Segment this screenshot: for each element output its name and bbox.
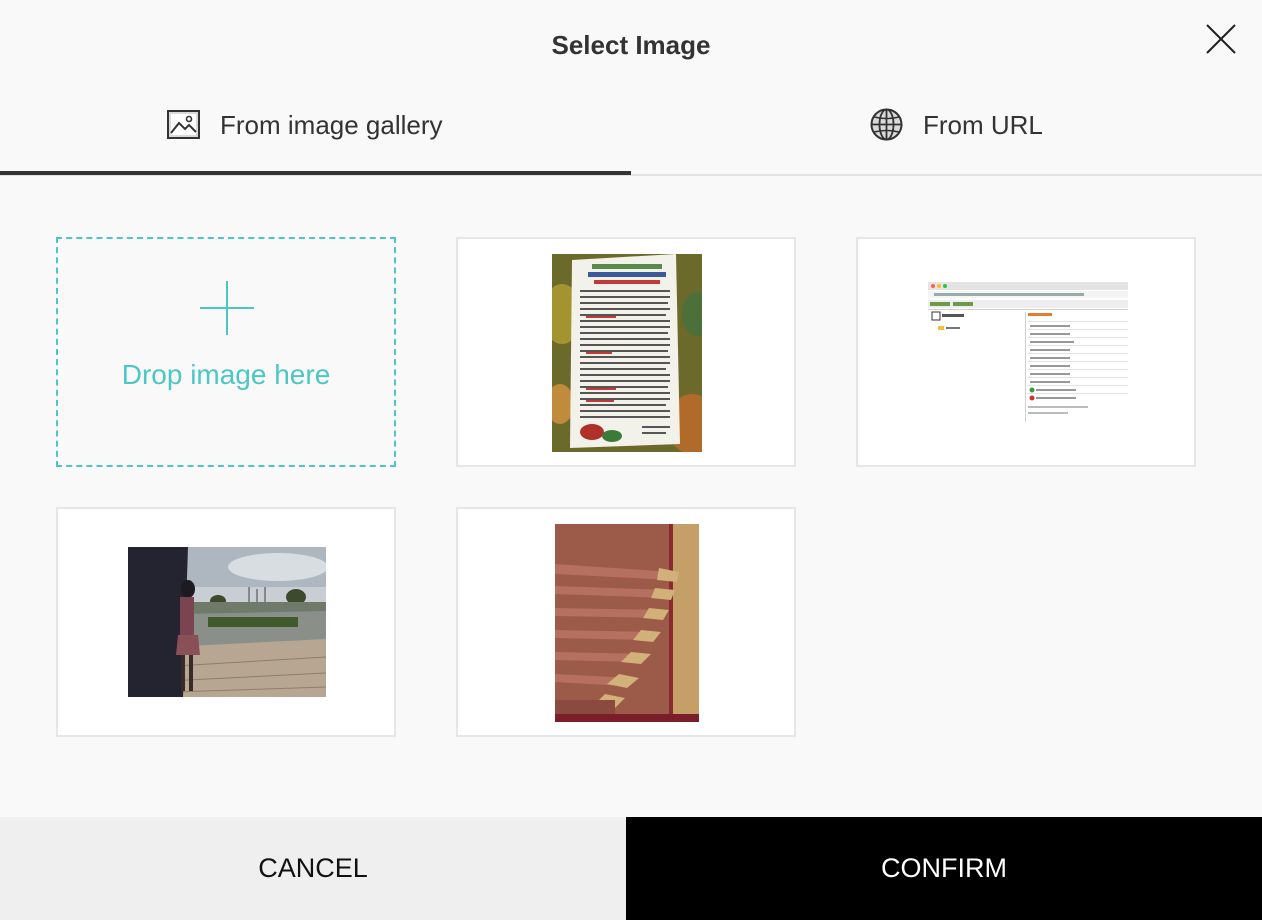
dialog-footer: CANCEL CONFIRM — [0, 817, 1262, 920]
gallery-image-tile[interactable] — [456, 507, 796, 737]
image-thumbnail — [128, 547, 326, 697]
plus-icon — [200, 281, 254, 335]
drop-zone-label: Drop image here — [121, 359, 331, 390]
close-button[interactable] — [1202, 20, 1240, 58]
tab-label: From image gallery — [220, 110, 443, 140]
cancel-button[interactable]: CANCEL — [0, 817, 626, 920]
confirm-button[interactable]: CONFIRM — [626, 817, 1262, 920]
tab-from-url[interactable]: From URL — [634, 96, 1262, 176]
image-thumbnail — [928, 282, 1128, 422]
tab-from-image-gallery[interactable]: From image gallery — [0, 96, 631, 175]
close-icon — [1206, 24, 1236, 54]
gallery-image-tile[interactable] — [456, 237, 796, 467]
dialog-title: Select Image — [551, 30, 711, 60]
image-thumbnail — [552, 254, 702, 452]
image-icon — [167, 108, 200, 141]
tab-label: From URL — [923, 110, 1043, 140]
globe-icon — [870, 108, 903, 141]
gallery-image-tile[interactable] — [856, 237, 1196, 467]
drop-image-zone[interactable]: Drop image here — [56, 237, 396, 467]
source-tabs: From image gallery From URL — [0, 96, 1262, 176]
image-thumbnail — [555, 524, 699, 722]
gallery-image-tile[interactable] — [56, 507, 396, 737]
